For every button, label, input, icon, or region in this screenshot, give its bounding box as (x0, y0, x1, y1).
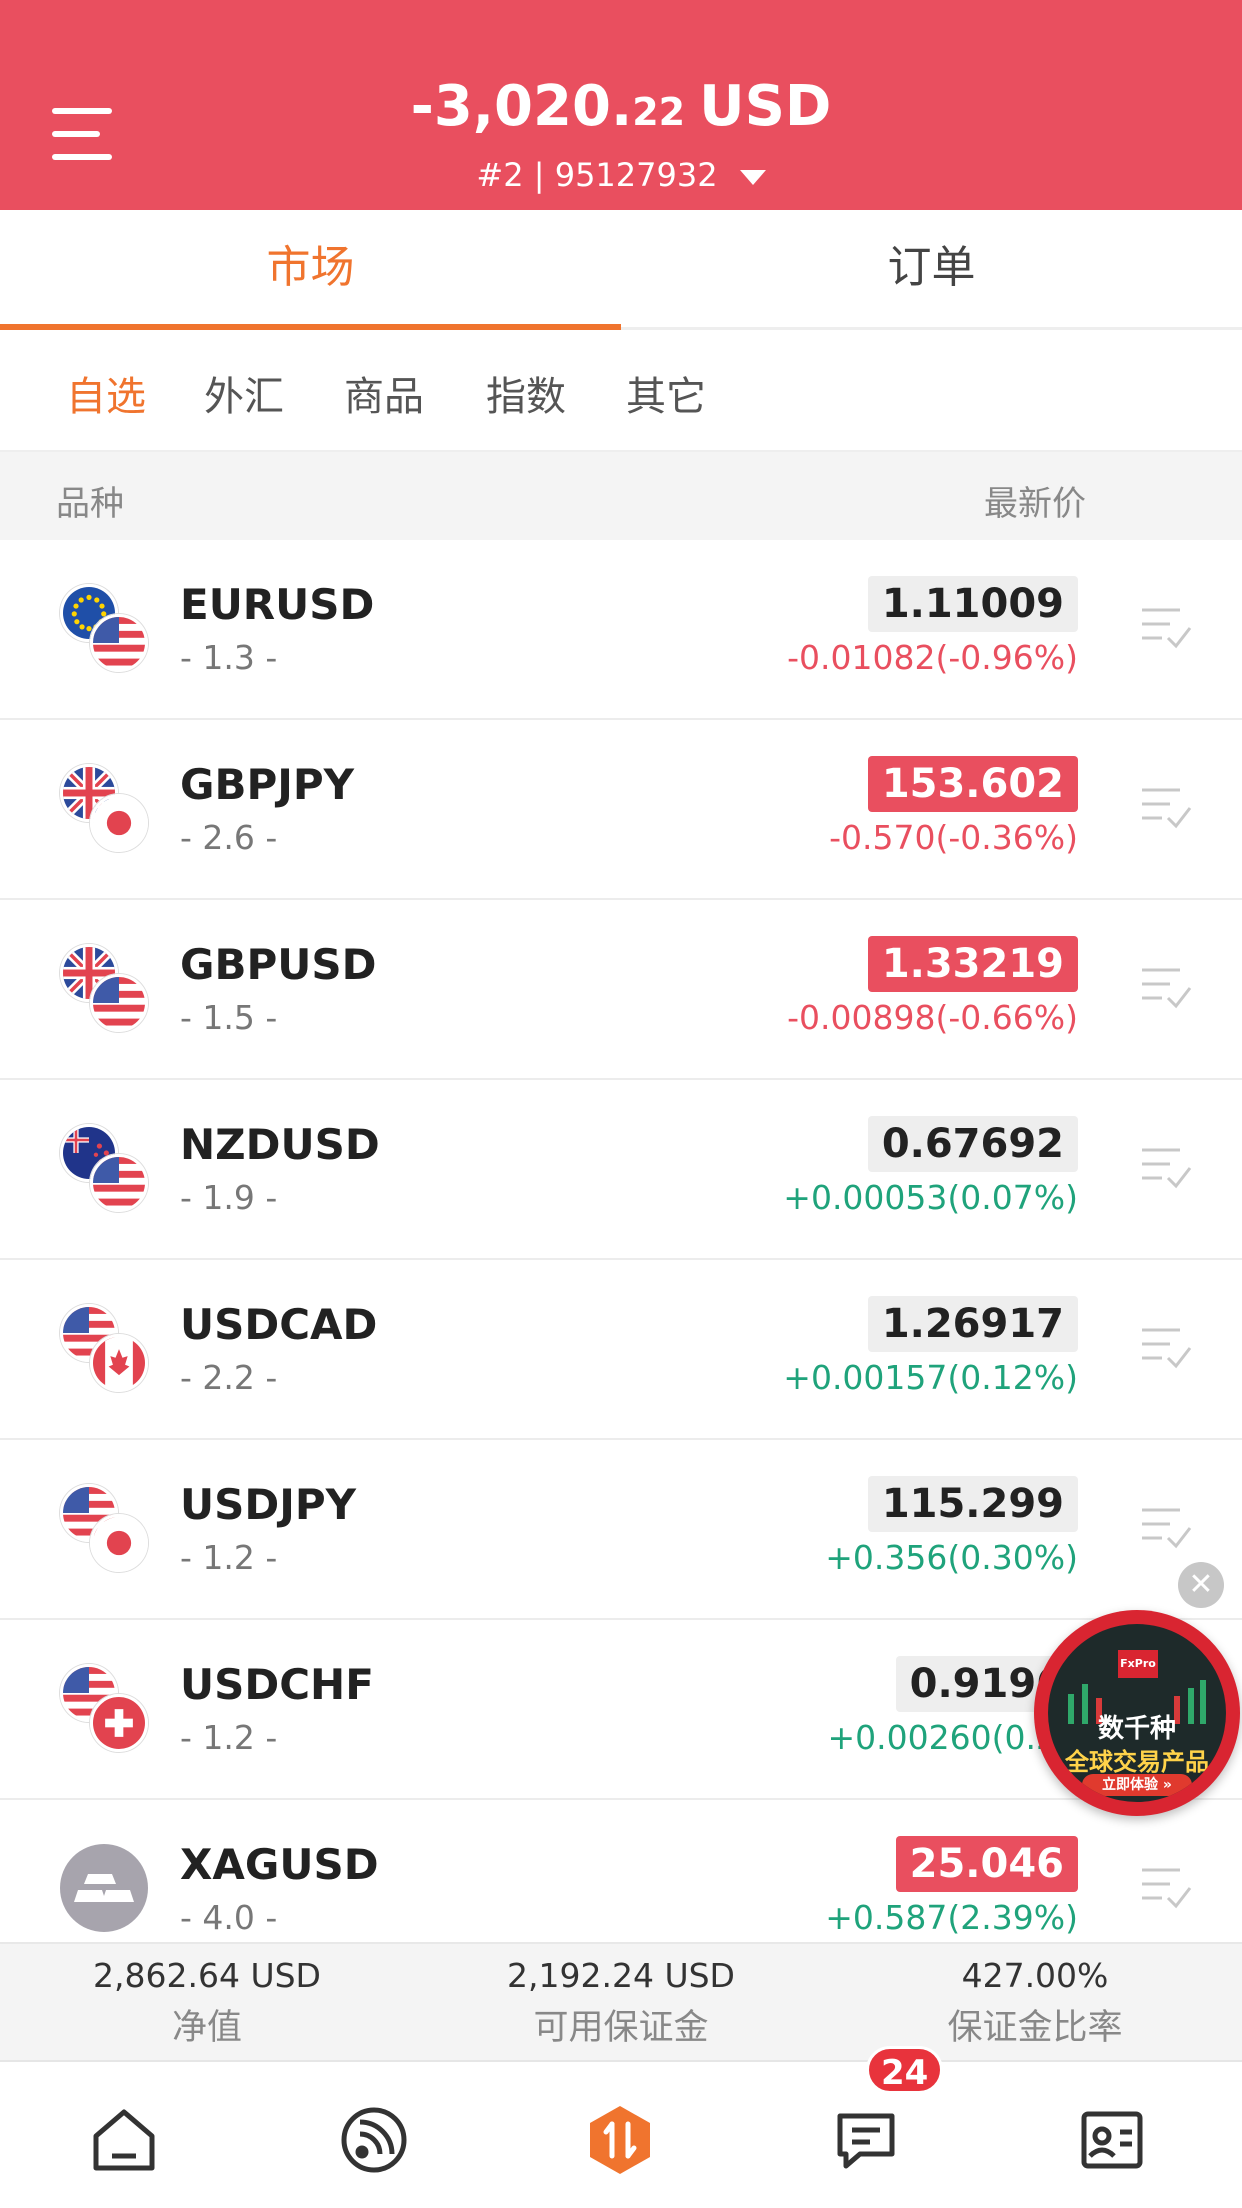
canada-flag-icon (90, 1334, 148, 1392)
price-change: -0.00898(-0.66%) (787, 998, 1078, 1037)
switzerland-flag-icon (90, 1694, 148, 1752)
account-switcher[interactable]: #2 | 95127932 (0, 156, 1242, 194)
column-latest-price: 最新价 (984, 484, 1086, 524)
quote-row[interactable]: GBPJPY - 2.6 - 153.602 -0.570(-0.36%) (0, 720, 1242, 900)
price-change: -0.570(-0.36%) (829, 818, 1078, 857)
japan-flag-icon (90, 794, 148, 852)
equity: 2,862.64 USD 净值 (0, 1956, 414, 2050)
latest-price: 1.11009 (867, 576, 1078, 632)
tab-commodities[interactable]: 商品 (344, 364, 424, 422)
silver-bars-icon (60, 1844, 148, 1932)
checklist-icon[interactable] (1140, 964, 1192, 1010)
symbol-name: GBPJPY (180, 760, 355, 809)
japan-flag-icon (90, 1514, 148, 1572)
checklist-icon[interactable] (1140, 784, 1192, 830)
promo-close-icon[interactable]: ✕ (1178, 1562, 1224, 1608)
messages-badge: 24 (866, 2046, 944, 2094)
spread: - 1.5 - (180, 998, 278, 1037)
checklist-icon[interactable] (1140, 1324, 1192, 1370)
spread: - 1.2 - (180, 1718, 278, 1757)
caret-down-icon (739, 169, 766, 185)
main-tabs: 市场 订单 (0, 210, 1242, 330)
bottom-nav (0, 2060, 1242, 2208)
promo-logo: FxPro (1118, 1650, 1158, 1678)
spread: - 2.2 - (180, 1358, 278, 1397)
price-change: -0.01082(-0.96%) (787, 638, 1078, 677)
free-margin-label: 可用保证金 (533, 2008, 709, 2048)
price-change: +0.00157(0.12%) (783, 1358, 1078, 1397)
quote-row[interactable]: GBPUSD - 1.5 - 1.33219 -0.00898(-0.66%) (0, 900, 1242, 1080)
symbol-name: GBPUSD (180, 940, 377, 989)
messages-icon[interactable] (830, 2104, 902, 2176)
tab-forex[interactable]: 外汇 (204, 364, 284, 422)
account-balance: -3,020.22 USD (410, 74, 832, 139)
latest-price: 25.046 (895, 1836, 1078, 1892)
symbol-name: XAGUSD (180, 1840, 379, 1889)
us-flag-icon (90, 614, 148, 672)
quote-row[interactable]: USDJPY - 1.2 - 115.299 +0.356(0.30%) (0, 1440, 1242, 1620)
symbol-name: EURUSD (180, 580, 375, 629)
margin-level: 427.00% 保证金比率 (828, 1956, 1242, 2050)
spread: - 1.3 - (180, 638, 278, 677)
checklist-icon[interactable] (1140, 1144, 1192, 1190)
account-header: -3,020.22 USD #2 | 95127932 (0, 0, 1242, 210)
category-tabs: 自选 外汇 商品 指数 其它 (0, 330, 1242, 450)
spread: - 1.9 - (180, 1178, 278, 1217)
latest-price: 153.602 (867, 756, 1078, 812)
promo-subheadline: 全球交易产品 (1065, 1748, 1209, 1776)
checklist-icon[interactable] (1140, 1864, 1192, 1910)
quote-row[interactable]: NZDUSD - 1.9 - 0.67692 +0.00053(0.07%) (0, 1080, 1242, 1260)
profile-card-icon[interactable] (1076, 2104, 1148, 2176)
quote-row[interactable]: XAGUSD - 4.0 - 25.046 +0.587(2.39%) (0, 1800, 1242, 1942)
checklist-icon[interactable] (1140, 604, 1192, 650)
latest-price: 115.299 (867, 1476, 1078, 1532)
promo-badge[interactable]: FxPro 数千种 全球交易产品 立即体验 » (1034, 1610, 1240, 1816)
us-flag-icon (90, 1154, 148, 1212)
checklist-icon[interactable] (1140, 1504, 1192, 1550)
margin-level-label: 保证金比率 (947, 2008, 1123, 2048)
price-change: +0.356(0.30%) (825, 1538, 1078, 1577)
spread: - 2.6 - (180, 818, 278, 857)
spread: - 4.0 - (180, 1898, 278, 1937)
spread: - 1.2 - (180, 1538, 278, 1577)
equity-label: 净值 (171, 2008, 242, 2048)
promo-cta: 立即体验 » (1082, 1774, 1192, 1796)
price-change: +0.587(2.39%) (825, 1898, 1078, 1937)
latest-price: 1.33219 (867, 936, 1078, 992)
latest-price: 1.26917 (867, 1296, 1078, 1352)
tab-market[interactable]: 市场 (0, 210, 621, 330)
symbol-name: USDCAD (180, 1300, 378, 1349)
tab-indices[interactable]: 指数 (486, 364, 566, 422)
equity-value: 2,862.64 USD (93, 1956, 321, 1995)
free-margin: 2,192.24 USD 可用保证金 (414, 1956, 828, 2050)
symbol-name: USDCHF (180, 1660, 374, 1709)
promo-headline: 数千种 (1097, 1714, 1176, 1744)
price-change: +0.00053(0.07%) (783, 1178, 1078, 1217)
tab-others[interactable]: 其它 (626, 364, 706, 422)
column-symbol: 品种 (56, 484, 124, 524)
margin-level-value: 427.00% (961, 1956, 1109, 1995)
trade-icon[interactable] (584, 2104, 656, 2176)
news-feed-icon[interactable] (338, 2104, 410, 2176)
account-summary: 2,862.64 USD 净值 2,192.24 USD 可用保证金 427.0… (0, 1942, 1242, 2060)
home-icon[interactable] (88, 2104, 160, 2176)
tab-orders[interactable]: 订单 (621, 210, 1242, 327)
quote-row[interactable]: USDCAD - 2.2 - 1.26917 +0.00157(0.12%) (0, 1260, 1242, 1440)
tab-favorites[interactable]: 自选 (66, 364, 146, 422)
account-number: #2 | 95127932 (476, 156, 718, 194)
symbol-name: USDJPY (180, 1480, 357, 1529)
free-margin-value: 2,192.24 USD (507, 1956, 735, 1995)
us-flag-icon (90, 974, 148, 1032)
symbol-name: NZDUSD (180, 1120, 380, 1169)
column-header: 品种 最新价 (0, 450, 1242, 540)
latest-price: 0.67692 (867, 1116, 1078, 1172)
quote-row[interactable]: EURUSD - 1.3 - 1.11009 -0.01082(-0.96%) (0, 540, 1242, 720)
